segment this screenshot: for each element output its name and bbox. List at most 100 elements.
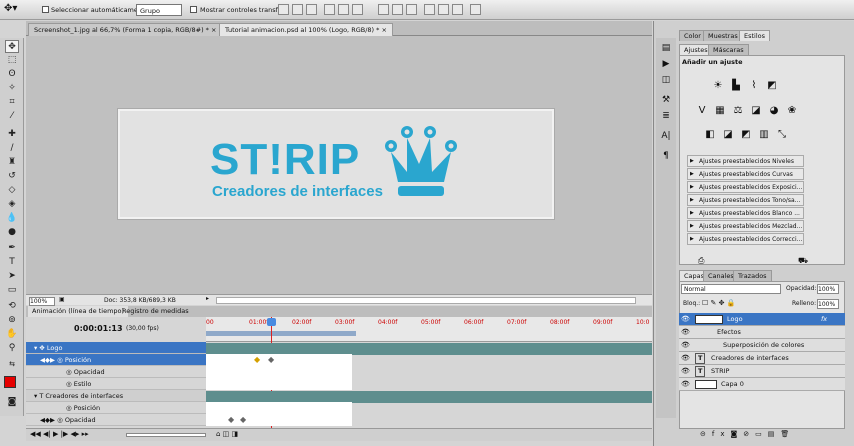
hue-sat-icon[interactable]: ▦ xyxy=(713,104,727,117)
close-icon[interactable]: × xyxy=(381,26,386,34)
align-bottom-icon[interactable] xyxy=(306,4,317,15)
preset-item[interactable]: Ajustes preestablecidos Curvas xyxy=(687,168,804,180)
zoom-slider[interactable] xyxy=(126,433,206,437)
eraser-icon[interactable]: ◇ xyxy=(5,184,19,197)
layer-creadores[interactable]: 👁 T Creadores de interfaces xyxy=(679,352,845,365)
blur-tool-icon[interactable]: 💧 xyxy=(5,212,19,225)
channel-mixer-icon[interactable]: ❀ xyxy=(785,104,799,117)
tab-color[interactable]: Color xyxy=(679,30,706,41)
tool-presets-icon[interactable]: ⚒ xyxy=(660,94,672,106)
character-icon[interactable]: A| xyxy=(660,130,672,142)
move-tool-icon[interactable]: ✥ xyxy=(5,40,19,53)
preset-item[interactable]: Ajustes preestablecidos Niveles xyxy=(687,155,804,167)
fill-field[interactable]: 100% xyxy=(817,299,839,309)
onion-skin-icon[interactable]: ⌂ ◫ ◨ xyxy=(216,430,238,438)
distribute-right-icon[interactable] xyxy=(452,4,463,15)
fx-icon[interactable]: fx xyxy=(821,313,827,326)
visibility-icon[interactable]: 👁 xyxy=(681,378,690,391)
photo-filter-icon[interactable]: ◕ xyxy=(767,104,781,117)
crop-tool-icon[interactable]: ⌗ xyxy=(5,96,19,109)
group-select[interactable]: Grupo xyxy=(136,4,182,16)
tab-masks[interactable]: Máscaras xyxy=(708,44,749,55)
lasso-tool-icon[interactable]: ʘ xyxy=(5,68,19,81)
preset-item[interactable]: Ajustes preestablecidos Exposici... xyxy=(687,181,804,193)
paragraph-icon[interactable]: ¶ xyxy=(660,150,672,162)
transform-checkbox[interactable] xyxy=(190,6,197,13)
distribute-bottom-icon[interactable] xyxy=(406,4,417,15)
preset-item[interactable]: Ajustes preestablecidos Mezclad... xyxy=(687,220,804,232)
black-white-icon[interactable]: ◪ xyxy=(749,104,763,117)
healing-brush-icon[interactable]: ✚ xyxy=(5,128,19,141)
close-icon[interactable]: × xyxy=(211,26,216,34)
levels-icon[interactable]: ▙ xyxy=(729,79,743,92)
layer-color-overlay[interactable]: 👁 Superposición de colores xyxy=(679,339,845,352)
distribute-left-icon[interactable] xyxy=(424,4,435,15)
history-brush-icon[interactable]: ↺ xyxy=(5,170,19,183)
tl-layer-logo[interactable]: ▾ ✥ Logo xyxy=(26,342,206,354)
distribute-vcenter-icon[interactable] xyxy=(392,4,403,15)
eyedropper-icon[interactable]: ⁄ xyxy=(5,110,19,123)
magic-wand-icon[interactable]: ✧ xyxy=(5,82,19,95)
visibility-icon[interactable]: 👁 xyxy=(681,313,690,326)
tl-prop-opacity[interactable]: ◎ Opacidad xyxy=(26,366,206,378)
pen-tool-icon[interactable]: ✒ xyxy=(5,242,19,255)
keyframe-icon[interactable]: ◆ xyxy=(228,415,234,424)
preset-item[interactable]: Ajustes preestablecidos Correcci... xyxy=(687,233,804,245)
align-top-icon[interactable] xyxy=(278,4,289,15)
visibility-icon[interactable]: 👁 xyxy=(681,352,690,365)
status-icon[interactable]: ▣ xyxy=(59,296,65,303)
visibility-icon[interactable]: 👁 xyxy=(681,339,690,352)
tab-paths[interactable]: Trazados xyxy=(733,270,772,281)
tl-prop-opacity-2[interactable]: ◀◆▶ ◎ Opacidad xyxy=(26,414,206,426)
hand-tool-icon[interactable]: ✋ xyxy=(5,328,19,341)
layer-strip[interactable]: 👁 T STRIP xyxy=(679,365,845,378)
marquee-tool-icon[interactable]: ⬚ xyxy=(5,54,19,67)
foreground-color[interactable] xyxy=(4,376,16,388)
history-icon[interactable]: ▤ xyxy=(660,42,672,54)
tab-swatches[interactable]: Muestras xyxy=(703,30,743,41)
preset-item[interactable]: Ajustes preestablecidos Blanco ... xyxy=(687,207,804,219)
3d-orbit-icon[interactable]: ⊚ xyxy=(5,314,19,327)
status-arrow-icon[interactable]: ▸ xyxy=(206,295,209,302)
threshold-icon[interactable]: ◩ xyxy=(739,128,753,141)
playhead-handle[interactable] xyxy=(267,318,276,326)
path-select-icon[interactable]: ➤ xyxy=(5,270,19,283)
lock-icons[interactable]: ☐ ✎ ✥ 🔒 xyxy=(702,299,735,307)
auto-select-checkbox[interactable] xyxy=(42,6,49,13)
align-vcenter-icon[interactable] xyxy=(292,4,303,15)
tab-measure[interactable]: Registro de medidas xyxy=(118,306,193,317)
align-hcenter-icon[interactable] xyxy=(338,4,349,15)
brush-tool-icon[interactable]: ∕ xyxy=(5,142,19,155)
align-right-icon[interactable] xyxy=(352,4,363,15)
tl-prop-position-2[interactable]: ◎ Posición xyxy=(26,402,206,414)
shape-tool-icon[interactable]: ▭ xyxy=(5,284,19,297)
gradient-map-icon[interactable]: ▥ xyxy=(757,128,771,141)
invert-icon[interactable]: ◧ xyxy=(703,128,717,141)
posterize-icon[interactable]: ◪ xyxy=(721,128,735,141)
layer-logo[interactable]: 👁 Logo fx xyxy=(679,313,845,326)
vibrance-icon[interactable]: V xyxy=(695,104,709,117)
type-tool-icon[interactable]: T xyxy=(5,256,19,269)
layers-footer-icons[interactable]: ⊝fx◙⊘▭▤🗑 xyxy=(700,430,795,438)
keyframe-icon[interactable]: ◆ xyxy=(254,355,260,364)
tab-animation[interactable]: Animación (línea de tiempo) xyxy=(28,306,129,317)
dodge-tool-icon[interactable]: ● xyxy=(5,226,19,239)
brushes-icon[interactable]: ≣ xyxy=(660,110,672,122)
quick-mask-icon[interactable]: ◙ xyxy=(5,396,19,409)
distribute-top-icon[interactable] xyxy=(378,4,389,15)
selective-color-icon[interactable]: ⤡ xyxy=(775,128,789,141)
auto-align-icon[interactable] xyxy=(470,4,481,15)
swap-colors-icon[interactable]: ⇆ xyxy=(5,358,19,371)
3d-rotate-icon[interactable]: ⟲ xyxy=(5,300,19,313)
visibility-icon[interactable]: 👁 xyxy=(681,326,690,339)
layer-capa0[interactable]: 👁 Capa 0 xyxy=(679,378,845,391)
align-left-icon[interactable] xyxy=(324,4,335,15)
playback-controls-icon[interactable]: ◀◀ ◀| ▶ |▶ ◀▸ ▸▸ xyxy=(30,430,89,438)
clone-stamp-icon[interactable]: ♜ xyxy=(5,156,19,169)
distribute-hcenter-icon[interactable] xyxy=(438,4,449,15)
tab-styles[interactable]: Estilos xyxy=(739,30,771,41)
opacity-field[interactable]: 100% xyxy=(817,284,839,294)
tl-prop-position[interactable]: ◀◆▶ ◎ Posición xyxy=(26,354,206,366)
doc-tab[interactable]: Screenshot_1.jpg al 66,7% (Forma 1 copia… xyxy=(28,23,223,36)
visibility-icon[interactable]: 👁 xyxy=(681,365,690,378)
